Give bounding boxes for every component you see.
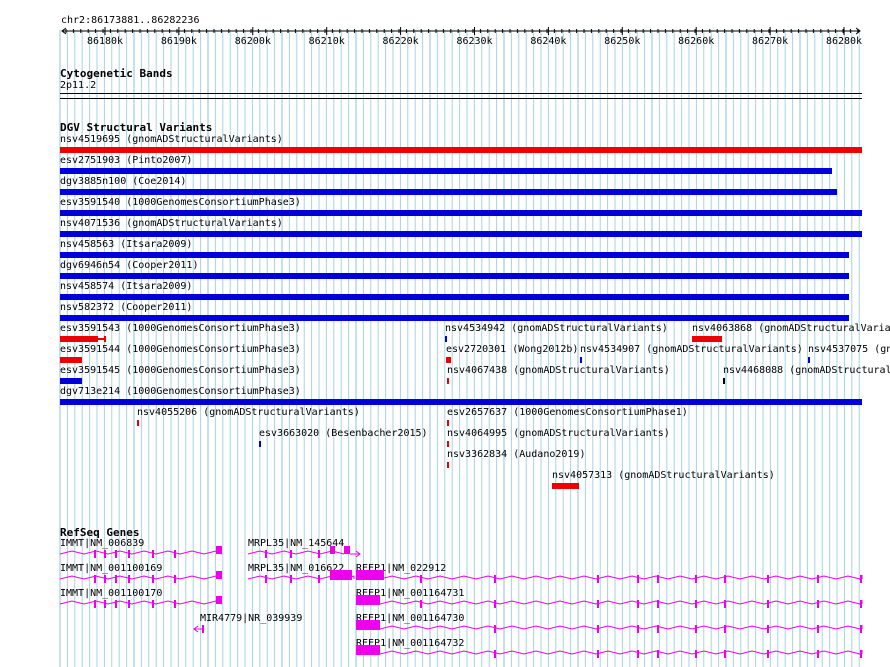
variant-label[interactable]: dgv3885n100 (Coe2014) — [60, 176, 186, 188]
ruler-tick-label: 86230k — [456, 36, 492, 47]
cytoband-label[interactable]: 2p11.2 — [60, 80, 96, 92]
variant-label[interactable]: esv3591545 (1000GenomesConsortiumPhase3) — [60, 365, 301, 377]
ruler-tick-label: 86240k — [530, 36, 566, 47]
ruler-tick-label: 86270k — [752, 36, 788, 47]
variant-label[interactable]: nsv4067438 (gnomADStructuralVariants) — [447, 365, 670, 377]
cytoband-bottom-line — [60, 98, 862, 99]
variant-label[interactable]: nsv4537075 (gnomADStructuralVariants) — [808, 344, 890, 356]
variant-bar[interactable] — [60, 336, 98, 342]
variant-bar[interactable] — [580, 357, 582, 363]
variant-label[interactable]: esv2657637 (1000GenomesConsortiumPhase1) — [447, 407, 688, 419]
ruler[interactable]: 86180k 86190k 86200k 86210k 86220k 86230k 8624… — [0, 0, 890, 60]
variant-label[interactable]: nsv3362834 (Audano2019) — [447, 449, 585, 461]
ruler-tick-label: 86210k — [309, 36, 345, 47]
variant-bar[interactable] — [447, 378, 449, 384]
variant-bar[interactable] — [60, 273, 849, 279]
gene-label[interactable]: REEP1|NM_001164732 — [356, 638, 464, 650]
variant-bar[interactable] — [445, 336, 447, 342]
variant-bar[interactable] — [60, 189, 837, 195]
variant-bar[interactable] — [552, 483, 579, 489]
gene-label[interactable]: IMMT|NM_001100169 — [60, 563, 162, 575]
variant-bar[interactable] — [447, 420, 449, 426]
variant-label[interactable]: nsv4519695 (gnomADStructuralVariants) — [60, 134, 283, 146]
cytoband-top-line — [60, 93, 862, 94]
variant-bar[interactable] — [259, 441, 261, 447]
track-title-cytoband: Cytogenetic Bands — [60, 67, 173, 80]
ruler-tick-label: 86190k — [161, 36, 197, 47]
variant-bar[interactable] — [447, 462, 449, 468]
gene-label[interactable]: MRPL35|NM_016622 — [248, 563, 344, 575]
variant-bar[interactable] — [60, 147, 862, 153]
variant-bar[interactable] — [692, 336, 722, 342]
variant-bar[interactable] — [60, 399, 862, 405]
variant-bar[interactable] — [60, 168, 832, 174]
variant-bar[interactable] — [446, 357, 451, 363]
variant-bar[interactable] — [60, 294, 849, 300]
variant-label[interactable]: dgv713e214 (1000GenomesConsortiumPhase3) — [60, 386, 301, 398]
variant-label[interactable]: esv3591540 (1000GenomesConsortiumPhase3) — [60, 197, 301, 209]
variant-bar[interactable] — [60, 315, 849, 321]
variant-label[interactable]: nsv4055206 (gnomADStructuralVariants) — [137, 407, 360, 419]
variant-label[interactable]: nsv4534907 (gnomADStructuralVariants) — [580, 344, 803, 356]
variant-bar[interactable] — [447, 441, 449, 447]
variant-bar[interactable] — [60, 231, 862, 237]
variant-label[interactable]: dgv6946n54 (Cooper2011) — [60, 260, 198, 272]
ruler-tick-label: 86220k — [383, 36, 419, 47]
gene-label[interactable]: MIR4779|NR_039939 — [200, 613, 302, 625]
variant-label[interactable]: esv3663020 (Besenbacher2015) — [259, 428, 428, 440]
variant-label[interactable]: esv3591543 (1000GenomesConsortiumPhase3) — [60, 323, 301, 335]
gene-label[interactable]: REEP1|NM_001164730 — [356, 613, 464, 625]
gene-label[interactable]: REEP1|NM_022912 — [356, 563, 446, 575]
track-title-dgv: DGV Structural Variants — [60, 121, 213, 134]
variant-bar[interactable] — [137, 420, 139, 426]
ruler-tick-label: 86200k — [235, 36, 271, 47]
variant-label[interactable]: nsv458563 (Itsara2009) — [60, 239, 192, 251]
gene-label[interactable]: IMMT|NM_001100170 — [60, 588, 162, 600]
variant-bar[interactable] — [60, 378, 82, 384]
variant-label[interactable]: nsv4468088 (gnomADStructuralVariants) — [723, 365, 890, 377]
ruler-tick-label: 86250k — [604, 36, 640, 47]
gene-label[interactable]: MRPL35|NM_145644 — [248, 538, 344, 550]
variant-label[interactable]: nsv458574 (Itsara2009) — [60, 281, 192, 293]
ruler-tick-label: 86180k — [87, 36, 123, 47]
variant-bar[interactable] — [723, 378, 725, 384]
gene-label[interactable]: IMMT|NM_006839 — [60, 538, 144, 550]
genome-browser: chr2:86173881..86282236 86180k 86190k 8620… — [0, 0, 890, 667]
variant-bar-end — [104, 336, 106, 342]
gene-label[interactable]: REEP1|NM_001164731 — [356, 588, 464, 600]
variant-label[interactable]: esv2720301 (Wong2012b) — [446, 344, 578, 356]
variant-label[interactable]: nsv4071536 (gnomADStructuralVariants) — [60, 218, 283, 230]
ruler-tick-label: 86260k — [678, 36, 714, 47]
variant-label[interactable]: nsv582372 (Cooper2011) — [60, 302, 192, 314]
variant-label[interactable]: nsv4534942 (gnomADStructuralVariants) — [445, 323, 668, 335]
variant-label[interactable]: nsv4064995 (gnomADStructuralVariants) — [447, 428, 670, 440]
variant-bar[interactable] — [808, 357, 810, 363]
ruler-tick-label: 86280k — [826, 36, 862, 47]
variant-label[interactable]: nsv4057313 (gnomADStructuralVariants) — [552, 470, 775, 482]
variant-bar[interactable] — [60, 357, 82, 363]
variant-label[interactable]: esv2751903 (Pinto2007) — [60, 155, 192, 167]
variant-bar[interactable] — [60, 252, 849, 258]
variant-label[interactable]: esv3591544 (1000GenomesConsortiumPhase3) — [60, 344, 301, 356]
variant-label[interactable]: nsv4063868 (gnomADStructuralVariants) — [692, 323, 890, 335]
variant-bar[interactable] — [60, 210, 862, 216]
